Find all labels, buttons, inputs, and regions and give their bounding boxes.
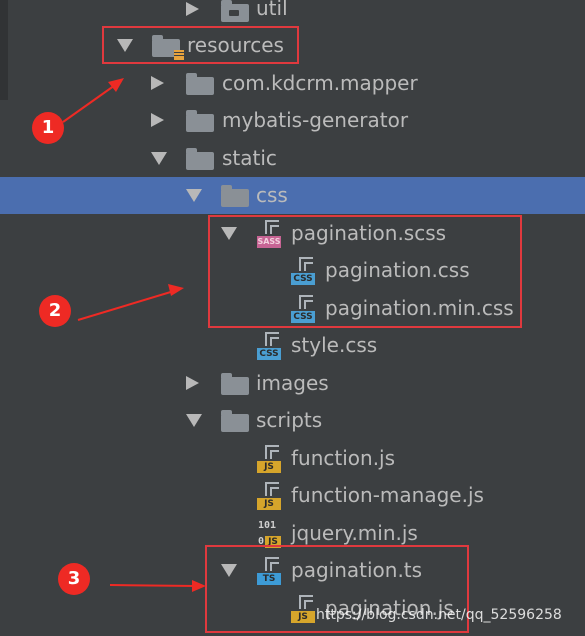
arrow-line-3	[109, 584, 197, 587]
watermark: https://blog.csdn.net/qq_52596258	[316, 607, 562, 623]
arrow-line-2	[77, 290, 175, 321]
annotation-badge-3: 3	[58, 563, 90, 595]
annotation-arrows	[62, 78, 206, 592]
arrowhead-1	[108, 78, 124, 92]
arrowhead-2	[168, 284, 184, 296]
arrow-line-1	[62, 82, 119, 123]
annotation-badge-1: 1	[32, 112, 64, 144]
annotation-badge-2: 2	[39, 295, 71, 327]
arrowhead-3	[192, 580, 206, 592]
